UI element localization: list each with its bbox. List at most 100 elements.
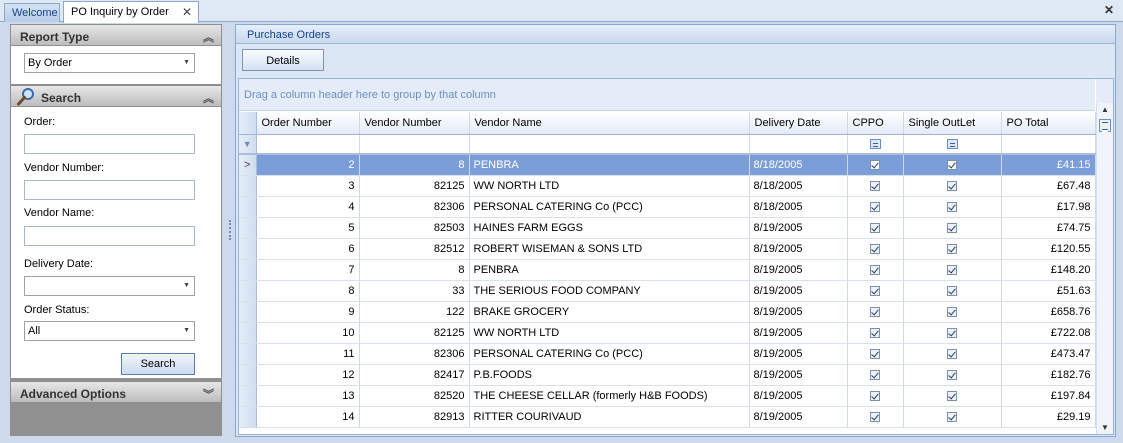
filter-checkbox-icon[interactable] (869, 138, 881, 149)
filter-cell-single-outlet[interactable] (903, 134, 1002, 155)
cell-cppo[interactable] (847, 322, 904, 344)
filter-cell-cppo[interactable] (847, 134, 904, 155)
table-row[interactable]: 7 8 PENBRA 8/19/2005 £148.20 (239, 259, 1096, 281)
cell-delivery-date[interactable]: 8/19/2005 (749, 322, 848, 344)
table-row[interactable]: 5 82503 HAINES FARM EGGS 8/19/2005 £74.75 (239, 217, 1096, 239)
cell-single-outlet[interactable] (903, 196, 1002, 218)
vendor-number-input[interactable] (24, 180, 195, 200)
cell-order-number[interactable]: 5 (256, 217, 360, 239)
cell-cppo[interactable] (847, 154, 904, 176)
cell-vendor-number[interactable]: 82913 (359, 406, 470, 428)
checkbox-checked-icon[interactable] (870, 327, 880, 338)
cell-vendor-number[interactable]: 8 (359, 259, 470, 281)
cell-vendor-name[interactable]: ROBERT WISEMAN & SONS LTD (469, 238, 750, 260)
cell-single-outlet[interactable] (903, 406, 1002, 428)
table-row[interactable]: 12 82417 P.B.FOODS 8/19/2005 £182.76 (239, 364, 1096, 386)
cell-delivery-date[interactable]: 8/19/2005 (749, 364, 848, 386)
row-indicator-cell[interactable]: > (239, 154, 257, 176)
filter-cell-order-number[interactable] (256, 134, 360, 155)
cell-vendor-name[interactable]: BRAKE GROCERY (469, 301, 750, 323)
table-row[interactable]: 9 122 BRAKE GROCERY 8/19/2005 £658.76 (239, 301, 1096, 323)
cell-delivery-date[interactable]: 8/19/2005 (749, 217, 848, 239)
tab-welcome[interactable]: Welcome (4, 3, 60, 22)
delivery-date-picker[interactable]: ▼ (24, 276, 195, 296)
tab-po-inquiry-by-order[interactable]: PO Inquiry by Order ✕ (63, 1, 199, 23)
cell-delivery-date[interactable]: 8/18/2005 (749, 175, 848, 197)
cell-cppo[interactable] (847, 301, 904, 323)
cell-cppo[interactable] (847, 175, 904, 197)
cell-order-number[interactable]: 14 (256, 406, 360, 428)
column-header-single-outlet[interactable]: Single OutLet (903, 112, 1002, 135)
row-indicator-cell[interactable] (239, 406, 257, 428)
row-indicator-cell[interactable] (239, 238, 257, 260)
dropdown-arrow-icon[interactable]: ▼ (183, 59, 190, 66)
cell-vendor-number[interactable]: 82503 (359, 217, 470, 239)
checkbox-checked-icon[interactable] (947, 306, 957, 317)
checkbox-checked-icon[interactable] (947, 411, 957, 422)
checkbox-checked-icon[interactable] (947, 264, 957, 275)
advanced-options-header[interactable]: Advanced Options ︾ (10, 381, 222, 403)
cell-single-outlet[interactable] (903, 301, 1002, 323)
checkbox-checked-icon[interactable] (870, 201, 880, 212)
filter-cell-delivery-date[interactable] (749, 134, 848, 155)
order-input[interactable] (24, 134, 195, 154)
cell-po-total[interactable]: £67.48 (1001, 175, 1096, 197)
filter-cell-vendor-name[interactable] (469, 134, 750, 155)
cell-po-total[interactable]: £17.98 (1001, 196, 1096, 218)
search-header[interactable]: Search ︽ (10, 85, 222, 107)
row-indicator-cell[interactable] (239, 280, 257, 302)
cell-order-number[interactable]: 6 (256, 238, 360, 260)
report-type-select[interactable]: By Order ▼ (24, 53, 195, 73)
chevron-double-up-icon[interactable]: ︽ (203, 90, 214, 106)
row-indicator-cell[interactable] (239, 301, 257, 323)
cell-order-number[interactable]: 13 (256, 385, 360, 407)
cell-vendor-name[interactable]: WW NORTH LTD (469, 322, 750, 344)
cell-vendor-name[interactable]: THE SERIOUS FOOD COMPANY (469, 280, 750, 302)
row-indicator-cell[interactable] (239, 343, 257, 365)
cell-po-total[interactable]: £51.63 (1001, 280, 1096, 302)
cell-delivery-date[interactable]: 8/19/2005 (749, 238, 848, 260)
table-row[interactable]: 14 82913 RITTER COURIVAUD 8/19/2005 £29.19 (239, 406, 1096, 428)
cell-cppo[interactable] (847, 343, 904, 365)
checkbox-checked-icon[interactable] (947, 222, 957, 233)
cell-cppo[interactable] (847, 238, 904, 260)
column-header-vendor-number[interactable]: Vendor Number (359, 112, 470, 135)
cell-single-outlet[interactable] (903, 217, 1002, 239)
cell-vendor-number[interactable]: 82306 (359, 343, 470, 365)
cell-delivery-date[interactable]: 8/18/2005 (749, 154, 848, 176)
cell-po-total[interactable]: £148.20 (1001, 259, 1096, 281)
column-header-order-number[interactable]: Order Number (256, 112, 360, 135)
table-row[interactable]: 4 82306 PERSONAL CATERING Co (PCC) 8/18/200… (239, 196, 1096, 218)
checkbox-checked-icon[interactable] (947, 348, 957, 359)
cell-delivery-date[interactable]: 8/19/2005 (749, 406, 848, 428)
cell-delivery-date[interactable]: 8/19/2005 (749, 301, 848, 323)
cell-cppo[interactable] (847, 217, 904, 239)
row-indicator-cell[interactable] (239, 217, 257, 239)
cell-vendor-number[interactable]: 33 (359, 280, 470, 302)
cell-delivery-date[interactable]: 8/19/2005 (749, 280, 848, 302)
cell-cppo[interactable] (847, 280, 904, 302)
checkbox-checked-icon[interactable] (947, 159, 957, 170)
scroll-up-arrow-icon[interactable]: ▲ (1101, 105, 1109, 114)
report-type-header[interactable]: Report Type ︽ (10, 24, 222, 46)
cell-po-total[interactable]: £658.76 (1001, 301, 1096, 323)
cell-order-number[interactable]: 7 (256, 259, 360, 281)
checkbox-checked-icon[interactable] (870, 243, 880, 254)
checkbox-checked-icon[interactable] (870, 264, 880, 275)
cell-vendor-name[interactable]: PERSONAL CATERING Co (PCC) (469, 196, 750, 218)
cell-vendor-name[interactable]: RITTER COURIVAUD (469, 406, 750, 428)
row-indicator-cell[interactable] (239, 364, 257, 386)
checkbox-checked-icon[interactable] (870, 390, 880, 401)
table-row[interactable]: 3 82125 WW NORTH LTD 8/18/2005 £67.48 (239, 175, 1096, 197)
row-indicator-cell[interactable] (239, 385, 257, 407)
cell-order-number[interactable]: 11 (256, 343, 360, 365)
cell-single-outlet[interactable] (903, 322, 1002, 344)
filter-cell-po-total[interactable] (1001, 134, 1096, 155)
checkbox-checked-icon[interactable] (870, 411, 880, 422)
cell-single-outlet[interactable] (903, 343, 1002, 365)
vendor-name-input[interactable] (24, 226, 195, 246)
cell-vendor-name[interactable]: WW NORTH LTD (469, 175, 750, 197)
checkbox-checked-icon[interactable] (947, 327, 957, 338)
checkbox-checked-icon[interactable] (870, 159, 880, 170)
checkbox-checked-icon[interactable] (870, 348, 880, 359)
